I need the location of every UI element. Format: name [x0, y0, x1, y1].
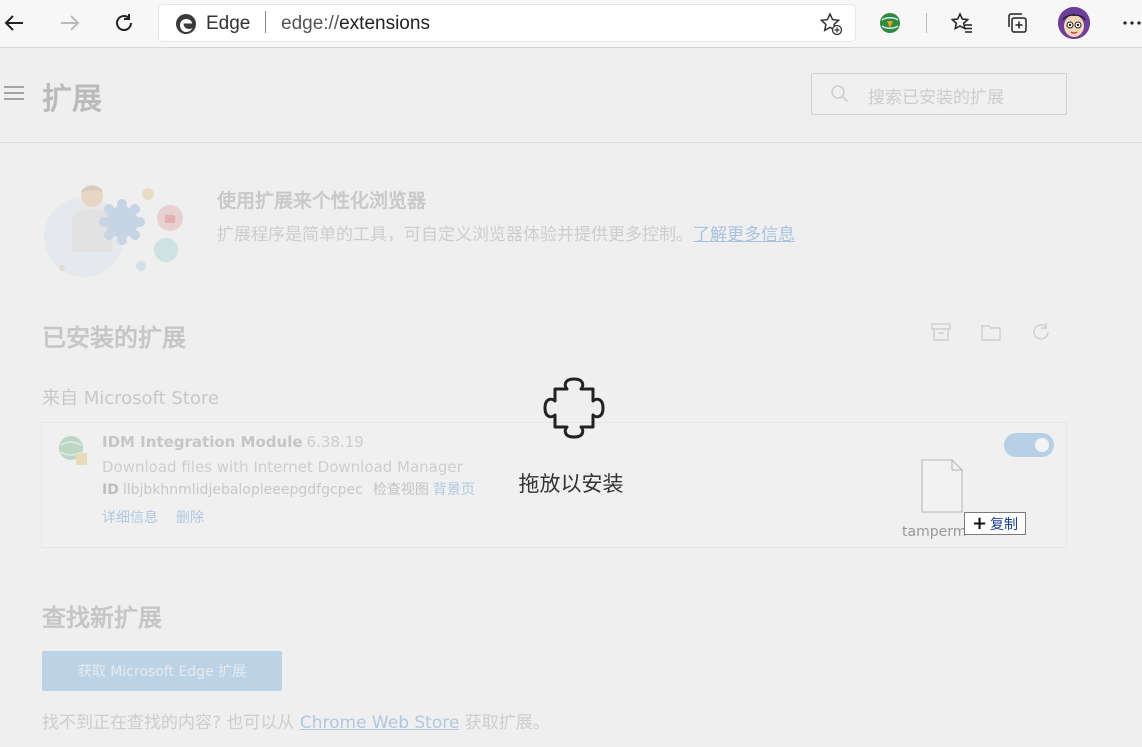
- back-button[interactable]: [0, 8, 30, 38]
- forward-button[interactable]: [54, 8, 84, 38]
- arrow-left-icon: [4, 15, 23, 31]
- refresh-icon: [116, 14, 132, 31]
- idm-extension-button[interactable]: [875, 8, 905, 38]
- refresh-button[interactable]: [109, 8, 139, 38]
- dragged-file-icon: [921, 459, 963, 513]
- address-bar[interactable]: Edge edge://extensions: [159, 5, 855, 41]
- address-separator: [265, 11, 266, 33]
- more-dots-icon: [1123, 21, 1141, 25]
- add-favorite-icon[interactable]: [819, 12, 843, 36]
- browser-toolbar: Edge edge://extensions: [0, 0, 1142, 48]
- plus-icon: +: [971, 513, 988, 534]
- site-label: Edge: [206, 13, 251, 34]
- arrow-right-icon: [61, 15, 80, 31]
- toolbar-divider: [926, 13, 927, 33]
- favorites-star-icon: [950, 12, 972, 33]
- copy-cursor-badge: + 复制: [964, 512, 1026, 535]
- more-menu-button[interactable]: [1117, 8, 1142, 38]
- avatar-icon: [1058, 7, 1090, 39]
- dragged-file-name: tamperm: [902, 524, 967, 540]
- drop-to-install-overlay[interactable]: 拖放以安装 tamperm + 复制: [0, 48, 1142, 747]
- collections-button[interactable]: [1002, 8, 1032, 38]
- puzzle-piece-icon: [543, 377, 605, 439]
- idm-globe-icon: [880, 13, 900, 33]
- url-text: edge://extensions: [281, 13, 430, 34]
- profile-avatar[interactable]: [1058, 7, 1090, 39]
- favorites-button[interactable]: [947, 8, 977, 38]
- drop-to-install-text: 拖放以安装: [518, 472, 624, 496]
- edge-logo-icon: [176, 14, 196, 34]
- collections-icon: [1008, 13, 1027, 33]
